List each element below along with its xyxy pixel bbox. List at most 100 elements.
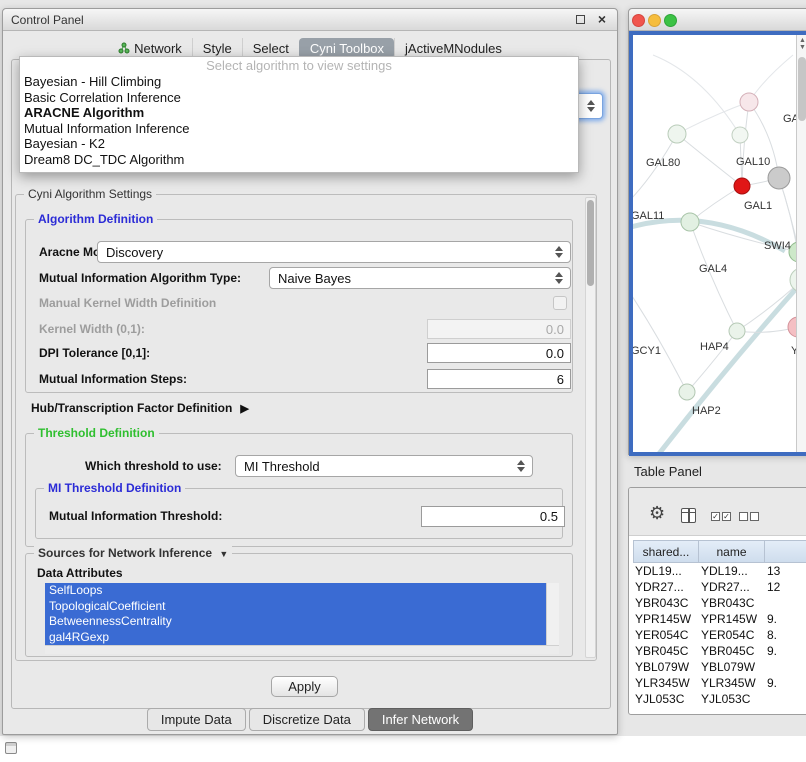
network-edge[interactable] <box>677 134 742 186</box>
attributes-hscrollbar[interactable] <box>45 645 559 654</box>
network-node[interactable] <box>734 178 750 194</box>
columns-icon[interactable] <box>681 508 696 523</box>
network-node[interactable] <box>729 323 745 339</box>
algorithm-option[interactable]: Dream8 DC_TDC Algorithm <box>20 152 578 168</box>
table-row[interactable]: YBL079WYBL079W <box>633 659 806 675</box>
which-threshold-label: Which threshold to use: <box>85 455 222 477</box>
network-view-window: GAL80GALGAL10GAL11GAL1SWI4GAL4GCY1HAP4YH… <box>628 8 806 455</box>
network-edge[interactable] <box>653 55 740 135</box>
table-cell: YLR345W <box>635 675 697 691</box>
settings-scrollbar-thumb[interactable] <box>587 200 594 286</box>
table-row[interactable]: YBR043CYBR043C <box>633 595 806 611</box>
tab-impute-data[interactable]: Impute Data <box>147 708 246 731</box>
control-panel-titlebar[interactable]: Control Panel × <box>3 9 617 31</box>
attribute-item[interactable]: SelfLoops <box>45 583 546 599</box>
kernel-width-field[interactable]: 0.0 <box>427 319 571 339</box>
dpi-tolerance-field[interactable]: 0.0 <box>427 343 571 363</box>
combo-arrows-icon <box>583 100 598 112</box>
network-edge[interactable] <box>633 220 785 251</box>
table-cell: YDL19... <box>635 563 697 579</box>
table-row[interactable]: YJL053CYJL053C <box>633 691 806 707</box>
mi-steps-field[interactable]: 6 <box>427 369 571 389</box>
network-node[interactable] <box>732 127 748 143</box>
hub-definition-toggle[interactable]: Hub/Transcription Factor Definition ▶ <box>31 400 249 416</box>
network-canvas[interactable]: GAL80GALGAL10GAL11GAL1SWI4GAL4GCY1HAP4YH… <box>633 35 806 452</box>
deselect-all-checks-icon[interactable] <box>739 512 759 521</box>
network-edge[interactable] <box>633 134 677 205</box>
which-threshold-select[interactable]: MI Threshold <box>235 455 533 477</box>
tab-label: Select <box>253 41 289 56</box>
aracne-mode-select[interactable]: Discovery <box>97 241 571 263</box>
table-row[interactable]: YER054CYER054C8. <box>633 627 806 643</box>
algorithm-definition-title: Algorithm Definition <box>34 212 157 226</box>
table-row[interactable]: YLR345WYLR345W9. <box>633 675 806 691</box>
apply-button[interactable]: Apply <box>271 676 338 697</box>
node-label: HAP2 <box>692 405 721 417</box>
algorithm-option[interactable]: Bayesian - Hill Climbing <box>20 74 578 90</box>
network-node[interactable] <box>679 384 695 400</box>
network-scrollbar-thumb[interactable] <box>798 57 806 121</box>
select-all-checks-icon[interactable]: ✓ ✓ <box>711 512 731 521</box>
sources-toggle[interactable]: Sources for Network Inference ▼ <box>34 546 232 560</box>
column-header-name[interactable]: name <box>699 540 765 563</box>
table-row[interactable]: YBR045CYBR045C9. <box>633 643 806 659</box>
attributes-vscrollbar[interactable] <box>546 583 559 645</box>
zoom-traffic-light-icon[interactable] <box>664 14 677 27</box>
minimize-traffic-light-icon[interactable] <box>648 14 661 27</box>
mi-threshold-field[interactable]: 0.5 <box>421 506 565 527</box>
hub-definition-label: Hub/Transcription Factor Definition <box>31 401 232 415</box>
combo-arrows-icon <box>551 272 566 284</box>
network-edge[interactable] <box>742 102 749 186</box>
tab-discretize-data[interactable]: Discretize Data <box>249 708 365 731</box>
which-threshold-value: MI Threshold <box>236 459 513 474</box>
table-cell: YER054C <box>635 627 697 643</box>
table-cell: YPR145W <box>701 611 763 627</box>
attribute-item[interactable]: TopologicalCoefficient <box>45 599 546 615</box>
algorithm-option[interactable]: Bayesian - K2 <box>20 136 578 152</box>
network-node[interactable] <box>681 213 699 231</box>
column-header-extra[interactable] <box>765 540 806 563</box>
table-row[interactable]: YPR145WYPR145W9. <box>633 611 806 627</box>
table-row[interactable]: YDR27...YDR27...12 <box>633 579 806 595</box>
table-cell: YBR043C <box>701 595 763 611</box>
close-icon[interactable]: × <box>598 11 606 27</box>
network-edge[interactable] <box>690 222 737 331</box>
gear-icon[interactable]: ⚙ <box>649 503 665 524</box>
algorithm-option[interactable]: Mutual Information Inference <box>20 121 578 137</box>
tab-infer-network[interactable]: Infer Network <box>368 708 473 731</box>
attribute-item[interactable]: BetweennessCentrality <box>45 614 546 630</box>
tab-label: Network <box>134 41 182 56</box>
settings-scrollbar[interactable] <box>585 197 596 658</box>
attributes-listbox[interactable]: SelfLoopsTopologicalCoefficientBetweenne… <box>45 583 559 654</box>
column-header-shared[interactable]: shared... <box>633 540 699 563</box>
restore-panel-icon[interactable] <box>5 742 17 754</box>
network-node[interactable] <box>768 167 790 189</box>
manual-kernel-checkbox[interactable] <box>553 296 567 310</box>
network-vscrollbar[interactable]: ▲ ▼ <box>796 35 806 452</box>
network-edge[interactable] <box>633 290 687 392</box>
table-cell: YDL19... <box>701 563 763 579</box>
table-cell <box>767 595 806 611</box>
float-icon[interactable] <box>576 15 585 24</box>
attribute-item[interactable]: gal4RGexp <box>45 630 546 646</box>
network-edge[interactable] <box>749 55 793 102</box>
table-cell: 9. <box>767 643 806 659</box>
algorithm-option[interactable]: Basic Correlation Inference <box>20 90 578 106</box>
table-cell: 9. <box>767 611 806 627</box>
manual-kernel-label: Manual Kernel Width Definition <box>39 295 216 311</box>
network-window-titlebar[interactable] <box>629 9 806 31</box>
mi-type-select[interactable]: Naive Bayes <box>269 267 571 289</box>
tab-label: Style <box>203 41 232 56</box>
network-node[interactable] <box>740 93 758 111</box>
network-edge[interactable] <box>658 282 802 452</box>
table-row[interactable]: YDL19...YDL19...13 <box>633 563 806 579</box>
network-node[interactable] <box>668 125 686 143</box>
node-label: GCY1 <box>633 345 661 357</box>
bottom-strip <box>0 736 806 762</box>
scroll-arrows-icon[interactable]: ▲ ▼ <box>798 37 806 51</box>
algorithm-dropdown-list: Bayesian - Hill ClimbingBasic Correlatio… <box>20 74 578 167</box>
table-cell <box>767 691 806 707</box>
table-cell: YBR043C <box>635 595 697 611</box>
algorithm-option[interactable]: ARACNE Algorithm <box>20 105 578 121</box>
close-traffic-light-icon[interactable] <box>632 14 645 27</box>
